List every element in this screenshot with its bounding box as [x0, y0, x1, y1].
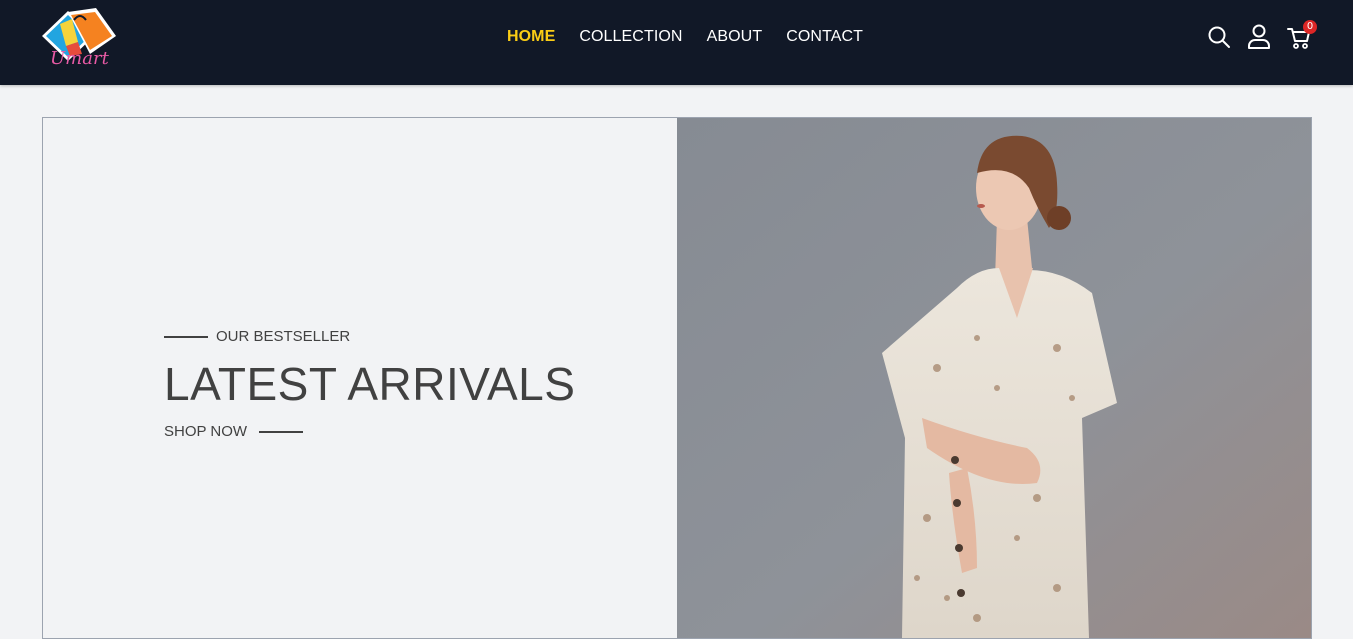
nav-link-home[interactable]: HOME [507, 27, 555, 47]
cart-button[interactable]: 0 [1287, 20, 1317, 50]
search-icon [1208, 26, 1230, 48]
nav-link-contact[interactable]: CONTACT [786, 27, 863, 47]
nav-link-collection[interactable]: COLLECTION [579, 27, 682, 47]
main-navigation: HOME COLLECTION ABOUT CONTACT [0, 27, 1353, 47]
account-button[interactable] [1247, 24, 1271, 50]
top-navbar: Umart HOME COLLECTION ABOUT CONTACT 0 [0, 0, 1353, 85]
shop-now-label: SHOP NOW [164, 423, 248, 440]
tagline-divider [164, 335, 208, 338]
nav-link-about[interactable]: ABOUT [707, 27, 763, 47]
logo-text: Umart [50, 48, 110, 68]
tagline-row: OUR BESTSELLER [164, 328, 575, 345]
shop-now-divider [259, 430, 304, 433]
model-photo [677, 118, 1311, 638]
hero-headline: LATEST ARRIVALS [164, 358, 576, 410]
cart-count-badge: 0 [1303, 20, 1317, 34]
shop-now-link[interactable]: SHOP NOW [164, 423, 575, 440]
hero-banner: OUR BESTSELLER LATEST ARRIVALS SHOP NOW [42, 117, 1312, 639]
hero-text-block: OUR BESTSELLER LATEST ARRIVALS SHOP NOW [164, 328, 575, 440]
hero-image [677, 118, 1311, 638]
search-button[interactable] [1207, 24, 1231, 50]
hero-tagline: OUR BESTSELLER [216, 328, 351, 345]
nav-actions: 0 [1207, 20, 1317, 50]
user-icon [1248, 24, 1270, 49]
